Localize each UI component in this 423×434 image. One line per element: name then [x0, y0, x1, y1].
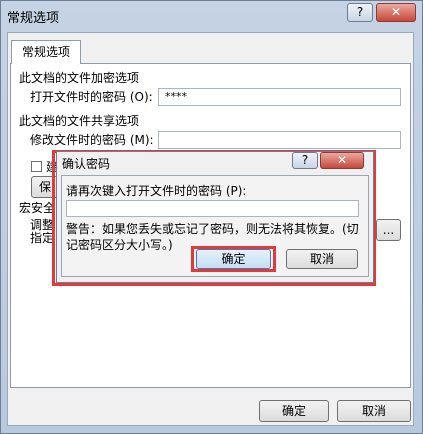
encrypt-heading: 此文档的文件加密选项 [19, 71, 140, 85]
macro-security-button[interactable]: ... [376, 219, 401, 241]
confirm-ok-button[interactable]: 确定 [196, 249, 271, 269]
modify-password-label: 修改文件时的密码 (M): [30, 133, 154, 147]
ok-button[interactable]: 确定 [259, 400, 329, 422]
help-icon: ? [301, 153, 309, 167]
close-button[interactable]: ✕ [376, 3, 416, 22]
read-only-checkbox[interactable] [31, 161, 42, 172]
cancel-button[interactable]: 取消 [337, 400, 411, 422]
close-icon: ✕ [336, 153, 348, 167]
dialog-title: 常规选项 [7, 11, 60, 26]
confirm-cancel-button[interactable]: 取消 [286, 249, 358, 269]
open-password-label: 打开文件时的密码 (O): [30, 90, 153, 104]
confirm-help-button[interactable]: ? [292, 152, 318, 169]
modify-password-field[interactable] [158, 131, 401, 149]
open-password-field[interactable]: **** [158, 88, 401, 106]
confirm-password-field[interactable] [66, 200, 359, 217]
confirm-dialog-title: 确认密码 [62, 157, 111, 171]
share-heading: 此文档的文件共享选项 [19, 114, 140, 128]
macro-security-heading: 宏安全 [19, 201, 56, 215]
macro-text-line2: 指定 [30, 231, 55, 245]
help-icon: ? [356, 5, 364, 19]
confirm-close-button[interactable]: ✕ [320, 152, 364, 169]
tab-general-options[interactable]: 常规选项 [11, 40, 81, 64]
help-button[interactable]: ? [347, 3, 373, 22]
close-icon: ✕ [390, 5, 402, 19]
confirm-prompt: 请再次键入打开文件时的密码 (P): [66, 184, 247, 198]
